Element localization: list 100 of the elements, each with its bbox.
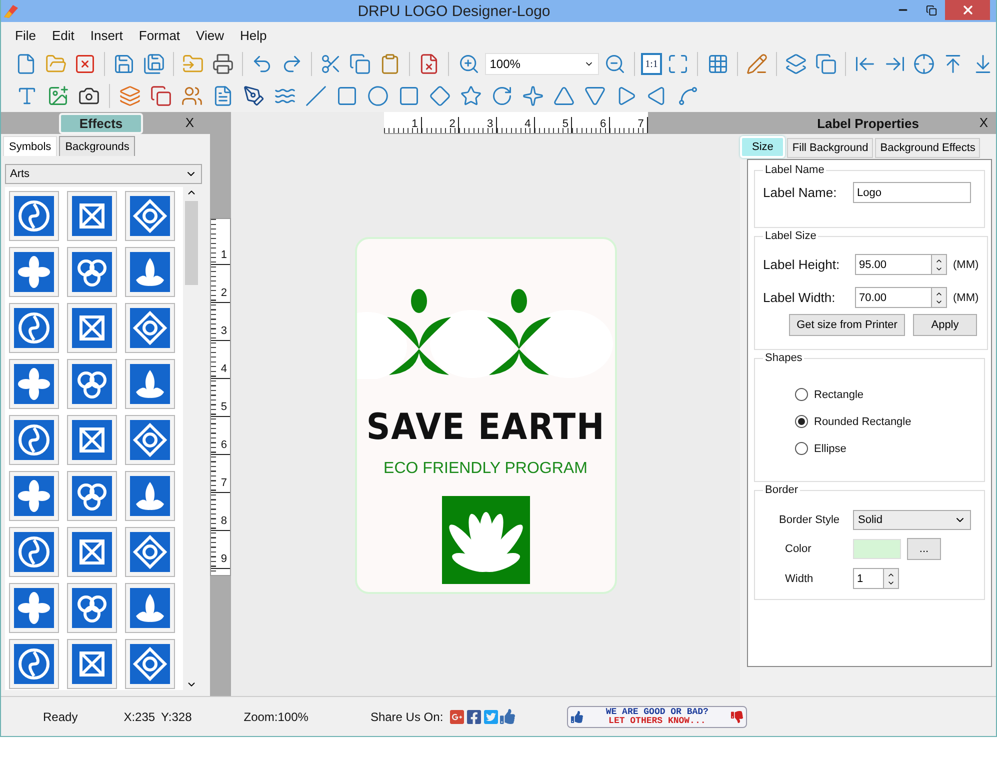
- tab[interactable]: Background Effects: [875, 138, 980, 158]
- text-icon: [16, 85, 38, 107]
- copy-icon: [349, 53, 372, 75]
- tab[interactable]: Symbols: [3, 136, 58, 156]
- apply-button[interactable]: Apply: [913, 314, 977, 336]
- line-icon: [305, 85, 327, 107]
- feedback-banner[interactable]: WE ARE GOOD OR BAD? LET OTHERS KNOW...: [567, 706, 748, 728]
- radio-button[interactable]: [795, 415, 808, 428]
- facebook-icon[interactable]: [466, 708, 482, 724]
- symbol-tile[interactable]: [125, 583, 175, 633]
- group-legend: Label Size: [763, 230, 818, 242]
- group-legend: Label Name: [763, 164, 826, 176]
- four-point-star-icon: [522, 85, 544, 107]
- ornament-icon: [72, 364, 112, 404]
- grid-icon: [706, 53, 729, 75]
- symbol-tile[interactable]: [9, 359, 59, 409]
- symbol-tile[interactable]: [67, 415, 117, 465]
- symbol-tile[interactable]: [125, 303, 175, 353]
- google-plus-icon[interactable]: [449, 708, 466, 724]
- unit-label: (MM): [953, 258, 979, 270]
- symbol-tile[interactable]: [9, 583, 59, 633]
- symbol-tile[interactable]: [9, 415, 59, 465]
- symbol-tile[interactable]: [67, 471, 117, 521]
- ornament-icon: [130, 532, 170, 572]
- panel-close-button[interactable]: X: [979, 115, 988, 130]
- symbol-tile[interactable]: [125, 527, 175, 577]
- panel-title: Effects: [59, 112, 143, 134]
- ornament-icon: [130, 420, 170, 460]
- symbol-tile[interactable]: [9, 471, 59, 521]
- tab[interactable]: Backgrounds: [59, 136, 136, 156]
- menu-item[interactable]: Insert: [82, 26, 131, 44]
- ornament-icon: [14, 644, 54, 684]
- symbol-tile[interactable]: [67, 527, 117, 577]
- star-icon: [460, 85, 482, 107]
- close-icon: [74, 53, 96, 75]
- symbol-tile[interactable]: [125, 415, 175, 465]
- category-dropdown[interactable]: Arts: [5, 164, 202, 184]
- symbol-tile[interactable]: [125, 247, 175, 297]
- ruler-number: 2: [449, 119, 456, 132]
- get-size-button[interactable]: Get size from Printer: [789, 314, 905, 336]
- ruler-number: 1: [220, 249, 227, 261]
- symbol-tile[interactable]: [67, 639, 117, 689]
- logo-heading: SAVE EARTH: [366, 406, 605, 448]
- group-legend: Shapes: [763, 352, 804, 364]
- symbol-tile[interactable]: [125, 359, 175, 409]
- border-width-field[interactable]: 1: [853, 568, 884, 589]
- ornament-icon: [14, 252, 54, 292]
- ornament-icon: [72, 196, 112, 236]
- symbol-tile[interactable]: [9, 639, 59, 689]
- field-label: Label Width:: [763, 290, 836, 305]
- symbol-tile[interactable]: [9, 191, 59, 241]
- close-button[interactable]: [945, 0, 990, 20]
- symbol-tile[interactable]: [67, 191, 117, 241]
- ornament-icon: [72, 588, 112, 628]
- label-name-field[interactable]: Logo: [853, 182, 971, 203]
- symbol-tile[interactable]: [67, 303, 117, 353]
- radio-label: Rounded Rectangle: [814, 416, 912, 428]
- menu-item[interactable]: Edit: [44, 26, 82, 44]
- height-field[interactable]: 95.00: [855, 254, 932, 275]
- menu-item[interactable]: Help: [232, 26, 275, 44]
- symbol-tile[interactable]: [67, 359, 117, 409]
- ornament-icon: [14, 364, 54, 404]
- ruler-number: 5: [220, 401, 227, 413]
- symbol-tile[interactable]: [125, 191, 175, 241]
- open-folder-icon: [44, 53, 67, 75]
- symbol-tile[interactable]: [9, 303, 59, 353]
- radio-button[interactable]: [795, 388, 808, 401]
- border-style-dropdown[interactable]: Solid: [853, 510, 971, 530]
- fit-to-window-icon: [667, 53, 690, 75]
- like-icon[interactable]: [500, 708, 516, 724]
- symbol-tile[interactable]: [9, 247, 59, 297]
- symbol-tile[interactable]: [125, 639, 175, 689]
- layers-icon: [119, 85, 141, 107]
- color-swatch[interactable]: [853, 539, 901, 559]
- share-label: Share Us On:: [370, 710, 444, 724]
- twitter-icon[interactable]: [483, 708, 500, 724]
- panel-close-button[interactable]: X: [185, 115, 194, 130]
- radio-button[interactable]: [795, 442, 808, 455]
- scroll-thumb[interactable]: [184, 201, 198, 285]
- ornament-icon: [14, 588, 54, 628]
- overlap-squares-icon: [150, 85, 172, 107]
- ruler-number: 4: [220, 363, 227, 375]
- zoom-combo[interactable]: 100%: [484, 53, 599, 75]
- radio-label: Ellipse: [814, 442, 846, 454]
- symbol-tile[interactable]: [125, 471, 175, 521]
- tab[interactable]: Size: [740, 136, 786, 158]
- symbol-tile[interactable]: [9, 527, 59, 577]
- menu-item[interactable]: View: [188, 26, 232, 44]
- ruler-number: 3: [486, 119, 494, 132]
- zoom-out-icon: [604, 53, 626, 75]
- menu-item[interactable]: Format: [130, 26, 188, 44]
- width-field[interactable]: 70.00: [855, 287, 932, 308]
- actual-size-button[interactable]: 1:1: [640, 53, 662, 75]
- symbol-tile[interactable]: [67, 247, 117, 297]
- square-icon: [336, 85, 358, 107]
- ruler-number: 1: [412, 119, 418, 132]
- menu-item[interactable]: File: [7, 26, 44, 44]
- tab[interactable]: Fill Background: [787, 138, 874, 158]
- symbol-tile[interactable]: [67, 583, 117, 633]
- color-picker-button[interactable]: ...: [907, 538, 941, 560]
